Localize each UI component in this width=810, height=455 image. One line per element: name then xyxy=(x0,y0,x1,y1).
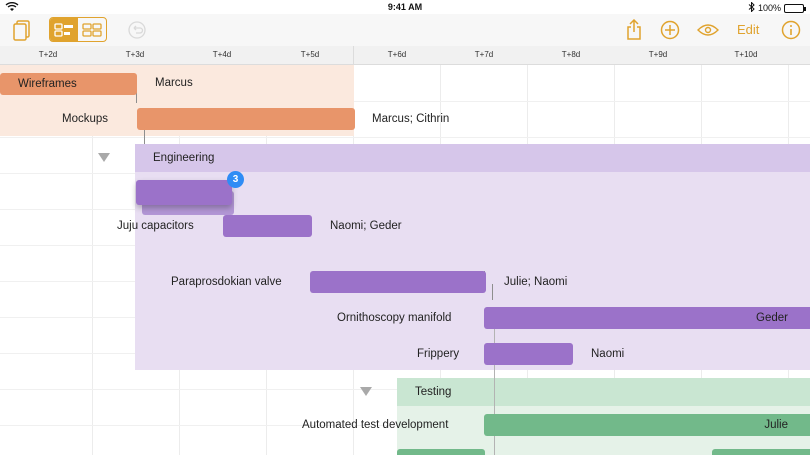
mockups-bar[interactable] xyxy=(137,108,355,130)
juju-label: Juju capacitors xyxy=(117,220,194,232)
gantt-chart: Engineering Testing Wireframes Marcus Mo… xyxy=(0,65,810,455)
task-bar-partial[interactable] xyxy=(712,449,810,455)
task-bar-partial[interactable] xyxy=(397,449,485,455)
mockups-assignee: Marcus; Cithrin xyxy=(372,113,450,125)
juju-assignee: Naomi; Geder xyxy=(330,220,402,232)
documents-icon[interactable] xyxy=(12,18,32,42)
tick-label: T+7d xyxy=(474,50,494,59)
automated-bar[interactable]: Julie xyxy=(484,414,810,436)
paraprosdokian-label: Paraprosdokian valve xyxy=(171,276,282,288)
automated-assignee: Julie xyxy=(764,419,788,431)
network-mode-icon[interactable] xyxy=(78,18,106,41)
juju-bar[interactable] xyxy=(223,215,312,237)
engineering-disclosure-icon[interactable] xyxy=(98,153,110,162)
header-divider xyxy=(353,46,354,65)
testing-label: Testing xyxy=(415,386,452,398)
wireframes-bar[interactable]: Wireframes xyxy=(0,73,137,95)
view-mode-toggle[interactable] xyxy=(49,17,107,42)
tick-label: T+3d xyxy=(125,50,145,59)
tick-label: T+10d xyxy=(734,50,758,59)
status-time: 9:41 AM xyxy=(387,2,423,12)
status-right: 100% xyxy=(748,1,806,14)
dragged-task-bar[interactable] xyxy=(136,180,232,205)
engineering-group-bar[interactable] xyxy=(135,144,810,172)
undo-icon[interactable] xyxy=(127,18,147,42)
testing-group-bar[interactable] xyxy=(397,378,810,406)
tick-label: T+4d xyxy=(212,50,232,59)
paraprosdokian-bar[interactable] xyxy=(310,271,486,293)
toolbar xyxy=(0,14,810,46)
tick-label: T+8d xyxy=(561,50,581,59)
edit-button[interactable]: Edit xyxy=(737,22,759,37)
drag-count-badge: 3 xyxy=(227,171,244,188)
outline-gantt-mode-icon[interactable] xyxy=(50,18,78,41)
mockups-label: Mockups xyxy=(62,113,109,125)
bluetooth-icon xyxy=(748,1,755,14)
tick-label: T+5d xyxy=(300,50,320,59)
info-icon[interactable] xyxy=(781,18,801,42)
row-line xyxy=(0,137,810,138)
paraprosdokian-assignee: Julie; Naomi xyxy=(504,276,568,288)
share-icon[interactable] xyxy=(626,18,642,42)
tick-label: T+9d xyxy=(648,50,668,59)
timeline-header: T+2d T+3d T+4d T+5d T+6d T+7d T+8d T+9d … xyxy=(0,46,810,65)
battery-icon xyxy=(784,3,806,13)
frippery-assignee: Naomi xyxy=(591,348,625,360)
battery-percent: 100% xyxy=(757,3,781,13)
dependency-line xyxy=(492,284,493,300)
tick-label: T+6d xyxy=(387,50,407,59)
frippery-label: Frippery xyxy=(417,348,460,360)
eye-icon[interactable] xyxy=(697,18,719,42)
ornithoscopy-label: Ornithoscopy manifold xyxy=(337,312,452,324)
wireframes-assignee: Marcus xyxy=(155,77,193,89)
engineering-label: Engineering xyxy=(153,152,215,164)
status-bar: 9:41 AM 100% xyxy=(0,0,810,14)
add-icon[interactable] xyxy=(660,18,680,42)
frippery-bar[interactable] xyxy=(484,343,573,365)
testing-disclosure-icon[interactable] xyxy=(360,387,372,396)
ornithoscopy-bar[interactable]: Geder xyxy=(484,307,810,329)
automated-label: Automated test development xyxy=(302,419,449,431)
ornithoscopy-assignee: Geder xyxy=(756,312,788,324)
wireframes-label: Wireframes xyxy=(18,78,77,90)
tick-label: T+2d xyxy=(38,50,58,59)
